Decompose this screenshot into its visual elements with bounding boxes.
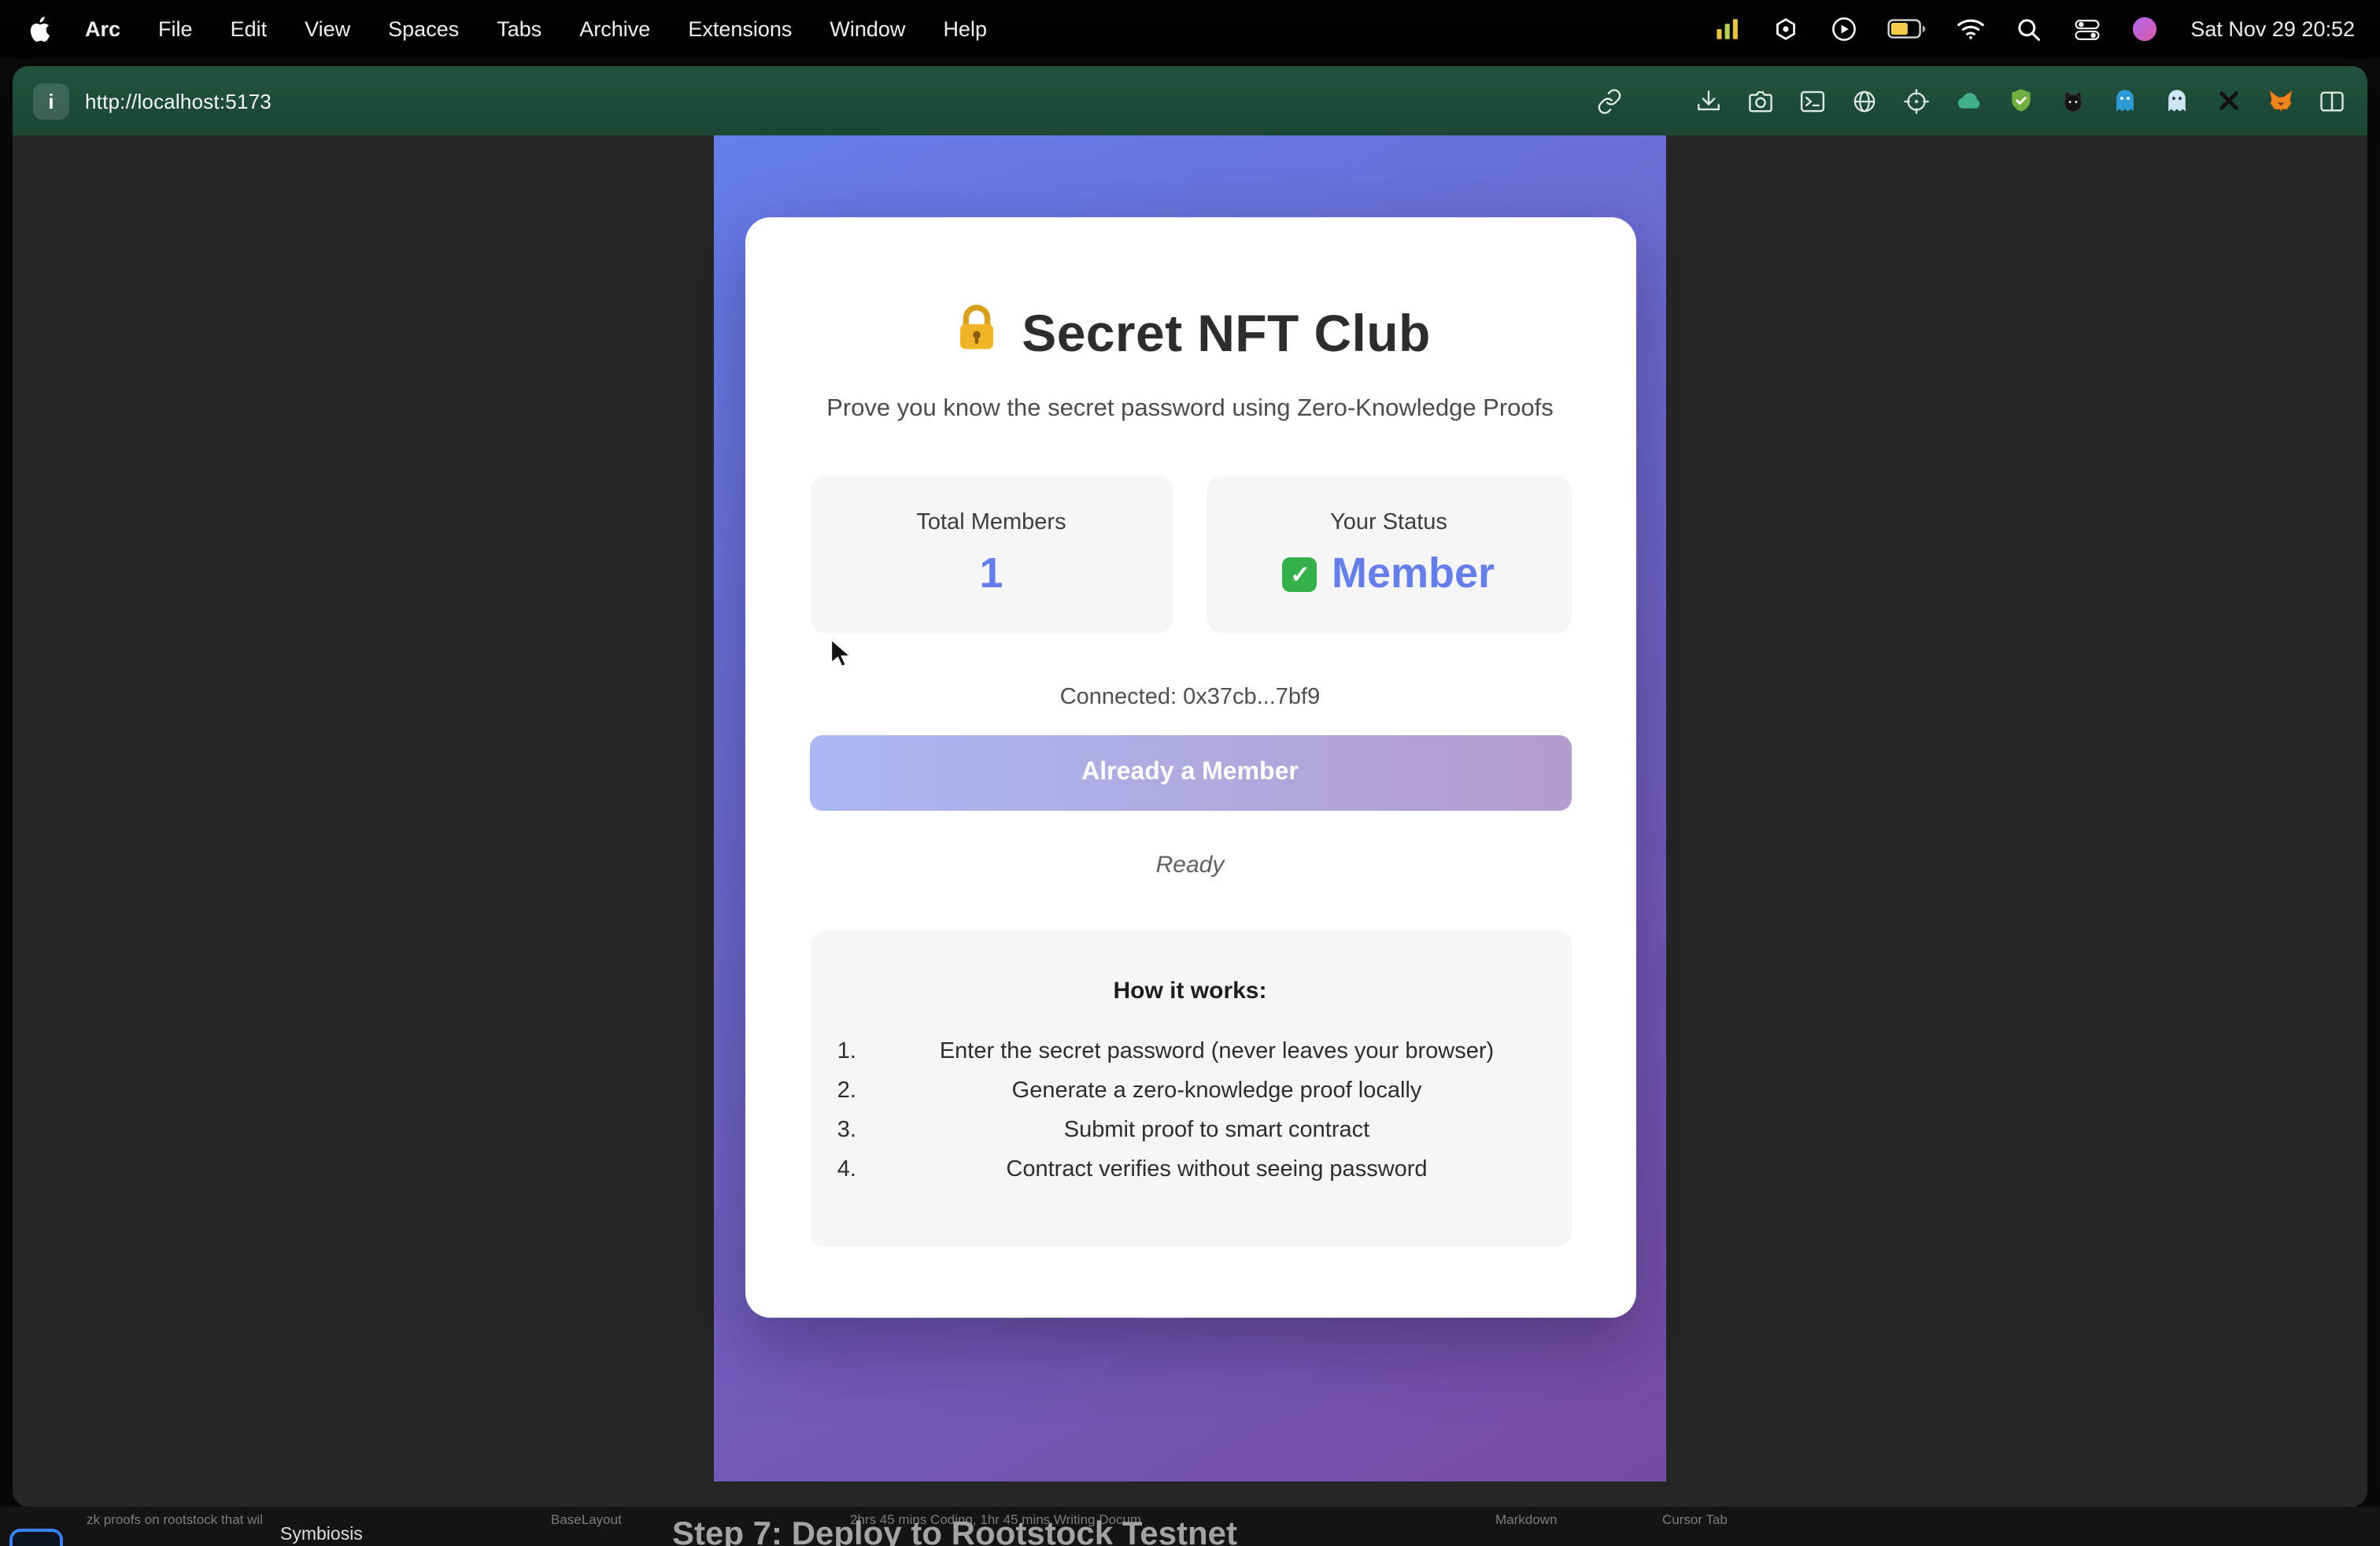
- ext-cat-icon[interactable]: [2057, 86, 2087, 116]
- active-app-name[interactable]: Arc: [66, 17, 139, 41]
- status-fragment: zk proofs on rootstock that wil: [87, 1511, 263, 1527]
- your-status-value: ✓ Member: [1283, 549, 1495, 598]
- ext-ghost-light-icon[interactable]: [2161, 86, 2191, 116]
- ext-ghost-blue-icon[interactable]: [2109, 86, 2139, 116]
- page-subtitle: Prove you know the secret password using…: [809, 395, 1571, 423]
- globe-icon[interactable]: [1850, 86, 1879, 116]
- your-status-value-text: Member: [1332, 549, 1495, 598]
- menu-item-help[interactable]: Help: [924, 17, 1006, 41]
- split-view-icon[interactable]: [2317, 86, 2347, 116]
- total-members-value: 1: [979, 549, 1003, 598]
- stocks-icon[interactable]: [1712, 13, 1743, 45]
- menu-item-window[interactable]: Window: [811, 17, 924, 41]
- menu-bar-clock[interactable]: Sat Nov 29 20:52: [2190, 17, 2355, 41]
- ext-x-icon[interactable]: [2213, 86, 2243, 116]
- wifi-icon[interactable]: [1954, 13, 1986, 45]
- background-window-sliver[interactable]: zk proofs on rootstock that wil BaseLayo…: [0, 1507, 2380, 1546]
- screen: Arc File Edit View Spaces Tabs Archive E…: [0, 0, 2380, 1546]
- link-icon[interactable]: [1595, 86, 1624, 116]
- url-bar[interactable]: http://localhost:5173: [85, 89, 272, 113]
- stats-row: Total Members 1 Your Status ✓ Member: [809, 475, 1571, 633]
- menu-item-extensions[interactable]: Extensions: [669, 17, 811, 41]
- background-doc-heading: Step 7: Deploy to Rootstock Testnet: [672, 1516, 1237, 1546]
- macos-menu-bar: Arc File Edit View Spaces Tabs Archive E…: [0, 0, 2380, 58]
- page-title-text: Secret NFT Club: [1022, 303, 1430, 363]
- chatgpt-icon[interactable]: [1770, 13, 1802, 45]
- menu-item-view[interactable]: View: [286, 17, 369, 41]
- menu-item-spaces[interactable]: Spaces: [369, 17, 478, 41]
- menu-item-archive[interactable]: Archive: [560, 17, 669, 41]
- how-step-2: Generate a zero-knowledge proof locally: [863, 1077, 1571, 1105]
- page-background-gradient: Secret NFT Club Prove you know the secre…: [714, 135, 1666, 1481]
- connected-address: Connected: 0x37cb...7bf9: [809, 685, 1571, 710]
- play-icon[interactable]: [1828, 13, 1860, 45]
- apple-logo[interactable]: [25, 16, 66, 43]
- your-status-label: Your Status: [1330, 510, 1447, 535]
- how-step-1: Enter the secret password (never leaves …: [863, 1037, 1571, 1066]
- your-status-box: Your Status ✓ Member: [1207, 475, 1571, 633]
- total-members-box: Total Members 1: [809, 475, 1173, 633]
- camera-icon[interactable]: [1746, 86, 1776, 116]
- ext-cloud-icon[interactable]: [1953, 86, 1983, 116]
- lock-icon: [949, 302, 1003, 364]
- spotlight-icon[interactable]: [2012, 13, 2044, 45]
- how-it-works-list: Enter the secret password (never leaves …: [809, 1037, 1571, 1184]
- background-tab-fragment: [9, 1529, 63, 1546]
- downloads-icon[interactable]: [1694, 86, 1724, 116]
- status-fragment: Markdown: [1495, 1511, 1557, 1527]
- browser-window: i http://localhost:5173: [13, 66, 2367, 1507]
- browser-viewport: Secret NFT Club Prove you know the secre…: [13, 135, 2367, 1507]
- already-member-button[interactable]: Already a Member: [809, 735, 1571, 811]
- terminal-icon[interactable]: [1798, 86, 1828, 116]
- how-step-4: Contract verifies without seeing passwor…: [863, 1156, 1571, 1184]
- control-center-icon[interactable]: [2071, 13, 2102, 45]
- browser-toolbar: i http://localhost:5173: [13, 66, 2367, 135]
- menu-item-edit[interactable]: Edit: [212, 17, 286, 41]
- status-text: Ready: [809, 852, 1571, 878]
- check-icon: ✓: [1283, 557, 1318, 591]
- how-it-works-title: How it works:: [809, 978, 1571, 1004]
- secret-nft-club-card: Secret NFT Club Prove you know the secre…: [745, 217, 1635, 1318]
- battery-icon[interactable]: [1887, 13, 1927, 45]
- profile-icon[interactable]: [2129, 13, 2160, 45]
- ext-shield-icon[interactable]: [2005, 86, 2035, 116]
- target-icon[interactable]: [1901, 86, 1931, 116]
- menu-item-file[interactable]: File: [139, 17, 212, 41]
- background-tab-label: Symbiosis: [280, 1526, 363, 1544]
- how-step-3: Submit proof to smart contract: [863, 1116, 1571, 1145]
- site-info-icon[interactable]: i: [33, 83, 69, 119]
- status-fragment: BaseLayout: [551, 1511, 622, 1527]
- metamask-icon[interactable]: [2265, 86, 2295, 116]
- page-title: Secret NFT Club: [809, 217, 1571, 364]
- menu-item-tabs[interactable]: Tabs: [478, 17, 560, 41]
- total-members-label: Total Members: [916, 510, 1066, 535]
- status-fragment: Cursor Tab: [1662, 1511, 1728, 1527]
- how-it-works-box: How it works: Enter the secret password …: [809, 930, 1571, 1247]
